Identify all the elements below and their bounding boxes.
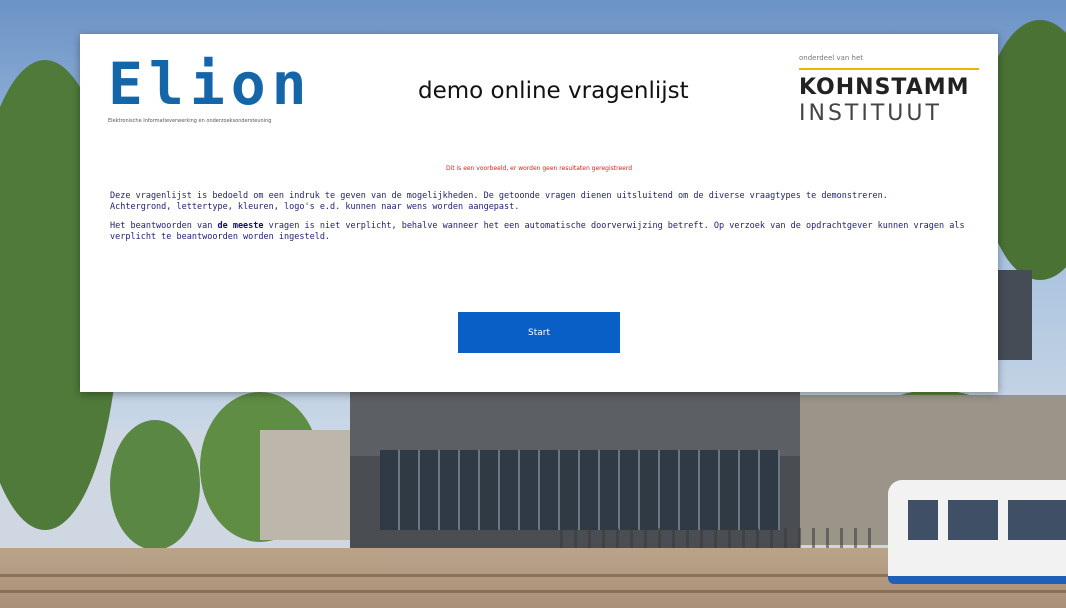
page-title: demo online vragenlijst <box>418 78 689 104</box>
tree-left-2 <box>110 420 200 550</box>
intro-p2-bold: de meeste <box>217 221 264 231</box>
intro-paragraph-1: Deze vragenlijst is bedoeld om een indru… <box>110 191 970 213</box>
start-button[interactable]: Start <box>458 312 620 353</box>
intro-p1-line1: Deze vragenlijst is bedoeld om een indru… <box>110 191 888 201</box>
intro-text: Deze vragenlijst is bedoeld om een indru… <box>110 191 970 251</box>
intro-paragraph-2: Het beantwoorden van de meeste vragen is… <box>110 221 970 243</box>
elion-logo-text: Elion <box>108 50 313 118</box>
kohnstamm-institute: INSTITUUT <box>799 101 942 126</box>
building-glass <box>380 450 780 530</box>
demo-notice: Dit is een voorbeeld, er worden geen res… <box>445 165 633 172</box>
kohnstamm-subtitle: onderdeel van het <box>799 54 864 62</box>
elion-logo-tagline: Elektronische Informatieverwerking en on… <box>108 118 272 124</box>
intro-p1-line2: Achtergrond, lettertype, kleuren, logo's… <box>110 202 520 212</box>
intro-p2-before: Het beantwoorden van <box>110 221 218 231</box>
tram-track <box>0 590 1066 593</box>
survey-card: Elion Elektronische Informatieverwerking… <box>80 34 998 392</box>
kohnstamm-divider <box>799 68 979 70</box>
tram <box>888 480 1066 584</box>
building-far <box>260 430 350 540</box>
kohnstamm-logo: onderdeel van het KOHNSTAMM INSTITUUT <box>799 54 979 127</box>
building-tower <box>998 270 1032 360</box>
elion-logo: Elion Elektronische Informatieverwerking… <box>108 52 368 134</box>
kohnstamm-name: KOHNSTAMM <box>799 75 970 100</box>
